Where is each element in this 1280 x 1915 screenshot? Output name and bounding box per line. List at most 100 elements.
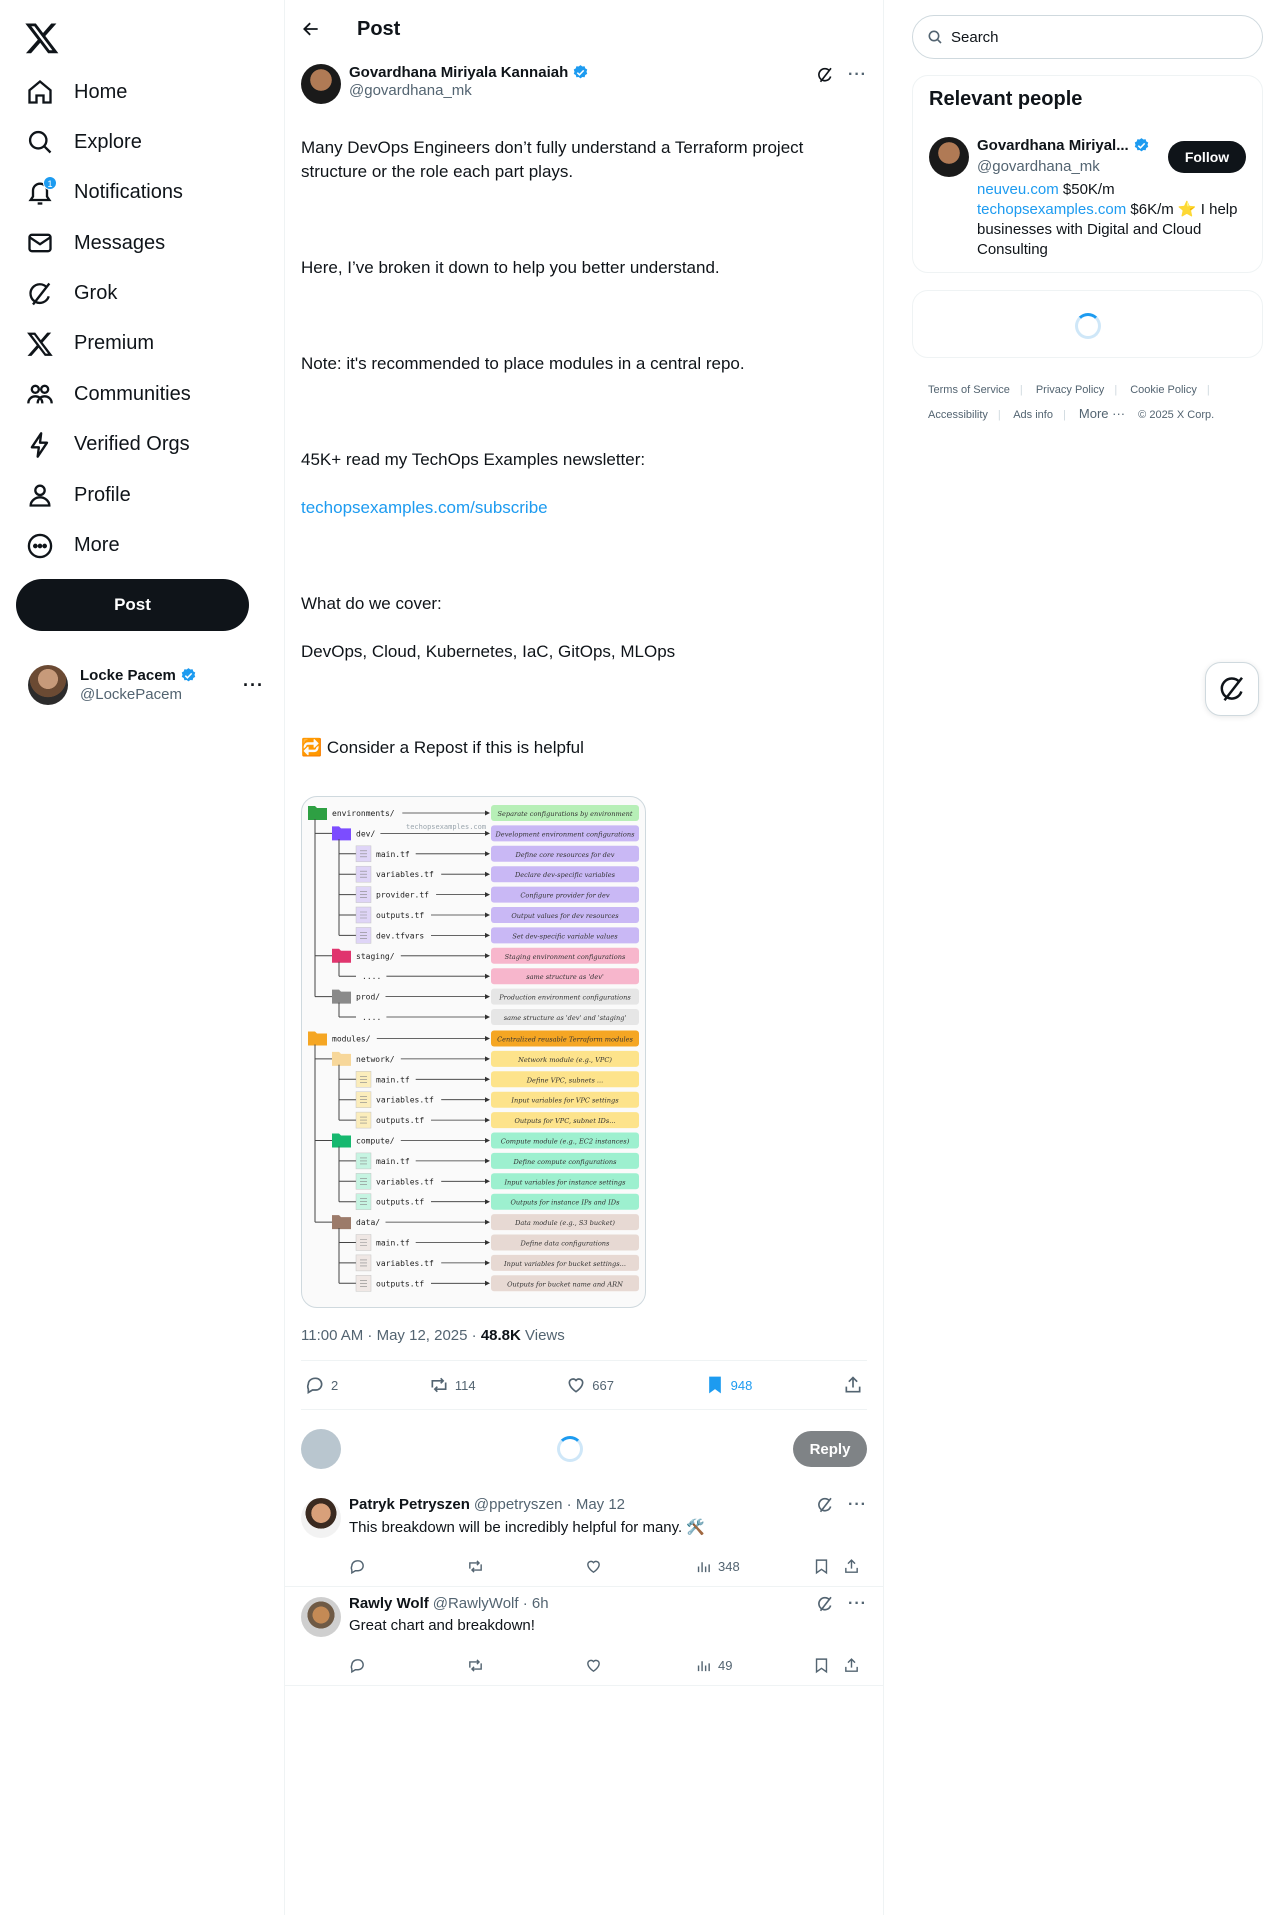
- more-icon[interactable]: ···: [848, 66, 867, 84]
- nav-label: Grok: [74, 282, 118, 305]
- reply-author-name[interactable]: Rawly Wolf: [349, 1595, 429, 1612]
- grok-icon[interactable]: [816, 1595, 834, 1613]
- back-arrow-icon[interactable]: [301, 19, 321, 39]
- grok-icon[interactable]: [816, 66, 834, 84]
- bio-link[interactable]: neuveu.com: [977, 181, 1059, 198]
- repost-count: 114: [454, 1377, 476, 1393]
- folder-icon: [332, 1051, 351, 1066]
- tree-label: compute/: [356, 1137, 395, 1146]
- more-icon[interactable]: ···: [243, 675, 264, 696]
- share-action[interactable]: [843, 1558, 860, 1575]
- reply-action[interactable]: [349, 1657, 467, 1674]
- nav-more[interactable]: More: [16, 521, 284, 571]
- x-logo-icon[interactable]: [24, 20, 60, 56]
- reply-item[interactable]: Patryk Petryszen @ppetryszen · May 12 ··…: [285, 1488, 883, 1587]
- description-text: same structure as 'dev': [526, 973, 604, 981]
- nav-premium[interactable]: Premium: [16, 319, 284, 369]
- relevant-handle[interactable]: @govardhana_mk: [977, 158, 1100, 175]
- newsletter-link[interactable]: techopsexamples.com/subscribe: [301, 496, 867, 520]
- bookmark-icon: [815, 1559, 828, 1575]
- bookmark-filled-icon: [708, 1376, 721, 1394]
- communities-icon: [26, 380, 54, 408]
- relevant-name[interactable]: Govardhana Miriyal...: [977, 137, 1129, 154]
- description-text: Outputs for bucket name and ARN: [507, 1280, 623, 1288]
- footer-link[interactable]: Privacy Policy: [1036, 384, 1104, 396]
- nav-notifications[interactable]: 1 Notifications: [16, 168, 284, 218]
- post-paragraph: 🔁 Consider a Repost if this is helpful: [301, 738, 584, 757]
- left-sidebar: Home Explore 1 Notifications Messages Gr…: [0, 0, 284, 1915]
- account-switcher[interactable]: Locke Pacem @LockePacem ···: [16, 660, 268, 710]
- tree-label: main.tf: [376, 850, 410, 859]
- reply-text: This breakdown will be incredibly helpfu…: [349, 1519, 706, 1536]
- nav-home[interactable]: Home: [16, 67, 284, 117]
- avatar[interactable]: [301, 1498, 341, 1538]
- more-icon[interactable]: ···: [848, 1496, 867, 1514]
- tree-label: variables.tf: [376, 1259, 434, 1268]
- bio-link[interactable]: techopsexamples.com: [977, 201, 1126, 218]
- arrow-head: [485, 1260, 490, 1266]
- reply-action[interactable]: [349, 1558, 467, 1575]
- verified-badge-icon: [1134, 138, 1148, 152]
- footer-link[interactable]: Ads info: [1013, 409, 1053, 421]
- grok-floating-button[interactable]: [1205, 662, 1259, 716]
- share-action[interactable]: [843, 1657, 860, 1674]
- like-action[interactable]: [585, 1558, 695, 1575]
- nav-messages[interactable]: Messages: [16, 218, 284, 268]
- arrow-head: [485, 892, 490, 898]
- nav-label: More: [74, 534, 120, 557]
- reply-meta[interactable]: @ppetryszen · May 12: [474, 1496, 625, 1513]
- verified-badge-icon: [574, 65, 588, 79]
- timestamp[interactable]: 11:00 AM · May 12, 2025 ·: [301, 1327, 481, 1344]
- nav-communities[interactable]: Communities: [16, 369, 284, 419]
- description-text: Define compute configurations: [512, 1158, 617, 1166]
- avatar[interactable]: [301, 64, 341, 104]
- bookmark-action[interactable]: [813, 1558, 843, 1575]
- repost-action[interactable]: [467, 1657, 585, 1674]
- reply-action[interactable]: 2: [305, 1375, 338, 1395]
- tree-label: variables.tf: [376, 870, 434, 879]
- reply-meta[interactable]: @RawlyWolf · 6h: [433, 1595, 549, 1612]
- post-author: Govardhana Miriyala Kannaiah @govardhana…: [301, 64, 867, 112]
- share-icon: [845, 1559, 858, 1573]
- like-action[interactable]: [585, 1657, 695, 1674]
- repost-icon: [469, 1560, 482, 1573]
- heart-icon: [587, 1659, 600, 1673]
- reply-item[interactable]: Rawly Wolf @RawlyWolf · 6h ··· Great cha…: [285, 1587, 883, 1686]
- avatar[interactable]: [929, 137, 969, 177]
- tree-label: variables.tf: [376, 1177, 434, 1186]
- relevant-people-card: Relevant people Govardhana Miriyal... @g…: [912, 75, 1263, 273]
- footer-link[interactable]: Terms of Service: [928, 384, 1010, 396]
- grok-icon[interactable]: [816, 1496, 834, 1514]
- follow-button[interactable]: Follow: [1168, 141, 1246, 173]
- nav-verified-orgs[interactable]: Verified Orgs: [16, 420, 284, 470]
- post-image[interactable]: techopsexamples.com environments/Separate…: [301, 796, 646, 1308]
- share-action[interactable]: [843, 1375, 863, 1395]
- search-box[interactable]: [912, 15, 1263, 59]
- author-name[interactable]: Govardhana Miriyala Kannaiah: [349, 64, 568, 81]
- like-action[interactable]: 667: [566, 1375, 614, 1395]
- footer-more[interactable]: More ···: [1079, 406, 1125, 421]
- views-action[interactable]: 348: [695, 1558, 813, 1575]
- account-name-row: Locke Pacem: [80, 667, 197, 684]
- description-text: same structure as 'dev' and 'staging': [504, 1014, 627, 1022]
- more-icon[interactable]: ···: [848, 1595, 867, 1613]
- nav-label: Profile: [74, 483, 131, 506]
- nav-profile[interactable]: Profile: [16, 470, 284, 520]
- reply-author-name[interactable]: Patryk Petryszen: [349, 1496, 470, 1513]
- footer-link[interactable]: Cookie Policy: [1130, 384, 1197, 396]
- views-action[interactable]: 49: [695, 1657, 813, 1674]
- post-button[interactable]: Post: [16, 579, 249, 631]
- repost-action[interactable]: [467, 1558, 585, 1575]
- reply-button[interactable]: Reply: [793, 1431, 867, 1467]
- home-icon: [26, 78, 54, 106]
- nav-label: Explore: [74, 130, 142, 153]
- bookmark-action[interactable]: 948: [705, 1375, 752, 1395]
- nav-explore[interactable]: Explore: [16, 117, 284, 167]
- search-input[interactable]: [951, 28, 1231, 46]
- bookmark-action[interactable]: [813, 1657, 843, 1674]
- nav-grok[interactable]: Grok: [16, 269, 284, 319]
- footer-link[interactable]: Accessibility: [928, 409, 988, 421]
- avatar[interactable]: [301, 1597, 341, 1637]
- repost-action[interactable]: 114: [429, 1375, 476, 1395]
- author-handle[interactable]: @govardhana_mk: [349, 82, 589, 99]
